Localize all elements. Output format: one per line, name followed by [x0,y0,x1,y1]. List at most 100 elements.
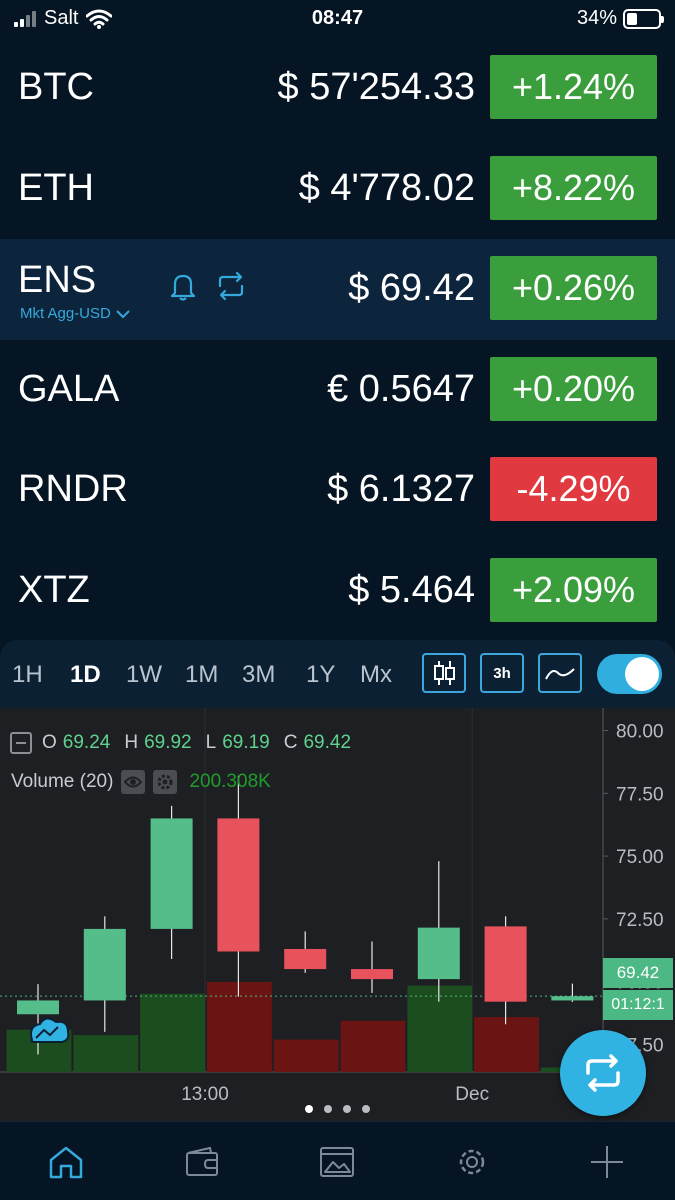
bell-icon[interactable] [166,269,200,303]
open-value: 69.24 [62,732,111,753]
change-badge[interactable]: +0.20% [490,356,657,421]
tab-1h[interactable]: 1H [12,661,43,689]
timeframe-bar: 1H 1D 1W 1M 3M 1Y Mx 3h [0,640,675,708]
volume-bar [340,1020,406,1072]
trade-fab-button[interactable] [560,1030,646,1116]
x-tick-label: Dec [455,1084,489,1105]
tab-1w[interactable]: 1W [126,661,162,689]
signal-icon [14,10,36,27]
tab-1d[interactable]: 1D [70,661,101,689]
ticker-row-gala[interactable]: GALA € 0.5647 +0.20% [0,340,675,441]
gear-icon [459,1149,485,1175]
swap-icon [586,1054,620,1092]
pager-dot [324,1105,332,1113]
image-icon [320,1147,354,1177]
nav-wallet[interactable] [182,1142,222,1182]
ticker-row-rndr[interactable]: RNDR $ 6.1327 -4.29% [0,440,675,541]
nav-add[interactable] [587,1142,627,1182]
eye-icon[interactable] [121,770,146,794]
nav-gallery[interactable] [317,1142,357,1182]
volume-bar [73,1035,139,1072]
y-tick-label: 72.50 [616,910,664,931]
ticker-symbol: XTZ [18,568,90,611]
last-price-tag: 69.42 [603,958,673,988]
ticker-price: $ 69.42 [348,267,475,309]
change-badge[interactable]: +0.26% [490,256,657,320]
carrier-group: Salt [14,7,113,30]
pager-dot [343,1105,351,1113]
ticker-symbol: ENS [18,259,97,301]
volume-bar [140,993,205,1072]
candle-body [351,969,393,980]
candle-body [83,928,126,1001]
interval-button[interactable]: 3h [480,653,524,693]
low-label: L [205,732,217,753]
volume-legend: Volume (20) 200.308K [11,770,271,794]
volume-value: 200.308K [189,771,271,792]
high-label: H [124,732,139,753]
carrier-name: Salt [44,7,79,29]
change-badge[interactable]: +2.09% [490,557,657,622]
cloud-icon[interactable] [30,1017,70,1043]
battery-percent: 34% [576,7,617,29]
tab-mx[interactable]: Mx [360,661,392,689]
candle-body [217,818,260,952]
y-tick-label: 77.50 [616,784,664,805]
ticker-row-xtz[interactable]: XTZ $ 5.464 +2.09% [0,541,675,642]
tab-1y[interactable]: 1Y [306,661,335,689]
ticker-price: $ 5.464 [348,568,475,611]
y-tick-label: 80.00 [616,722,664,743]
nav-home[interactable] [46,1142,86,1182]
candle-body [551,996,594,1001]
ticker-symbol: ETH [18,166,94,209]
change-badge[interactable]: +1.24% [490,55,657,119]
open-label: O [42,732,57,753]
interval-label: 3h [493,664,511,682]
volume-bar [474,1017,539,1072]
candlestick-icon [434,661,455,685]
pager-dot [362,1105,370,1113]
tab-1m[interactable]: 1M [185,661,218,689]
pager-dot [305,1105,313,1113]
x-tick-label: 13:00 [181,1084,229,1105]
ticker-row-btc[interactable]: BTC $ 57'254.33 +1.24% [0,38,675,139]
candle-body [417,927,460,980]
wifi-icon [86,9,113,29]
collapse-icon[interactable] [10,732,32,754]
close-label: C [283,732,298,753]
line-chart-button[interactable] [538,653,582,693]
candlestick-toggle-button[interactable] [422,653,466,693]
line-chart-icon [545,668,575,680]
volume-bar [207,982,272,1072]
ticker-row-eth[interactable]: ETH $ 4'778.02 +8.22% [0,139,675,240]
ticker-symbol: RNDR [18,468,128,510]
candle-body [284,948,327,970]
tab-3m[interactable]: 3M [242,661,275,689]
status-bar: Salt 08:47 34% [0,0,675,40]
swap-icon[interactable] [214,269,248,303]
candle-body [17,1000,59,1015]
ticker-row-ens[interactable]: ENS Mkt Agg-USD $ 69.42 +0.26% [0,239,675,340]
chevron-down-icon [116,309,130,318]
battery-group: 34% [576,7,664,30]
change-badge[interactable]: +8.22% [490,155,657,220]
ticker-symbol: BTC [18,66,94,108]
ticker-price: $ 4'778.02 [298,166,475,209]
candle-countdown-tag: 01:12:1 [603,990,673,1020]
gear-icon[interactable] [153,770,178,794]
home-icon [49,1146,83,1179]
volume-bar [407,985,473,1072]
candle-body [150,818,193,929]
volume-bar [273,1039,339,1072]
ticker-symbol: GALA [18,367,120,410]
change-badge[interactable]: -4.29% [490,457,657,521]
chart-toggle-switch[interactable] [597,654,662,694]
ticker-price: € 0.5647 [327,367,475,410]
plus-icon [591,1146,623,1178]
battery-icon [623,8,664,29]
ticker-list: BTC $ 57'254.33 +1.24% ETH $ 4'778.02 +8… [0,38,675,641]
nav-settings[interactable] [452,1142,492,1182]
candle-body [484,926,527,1002]
close-value: 69.42 [303,732,352,753]
market-selector[interactable]: Mkt Agg-USD [20,305,131,322]
